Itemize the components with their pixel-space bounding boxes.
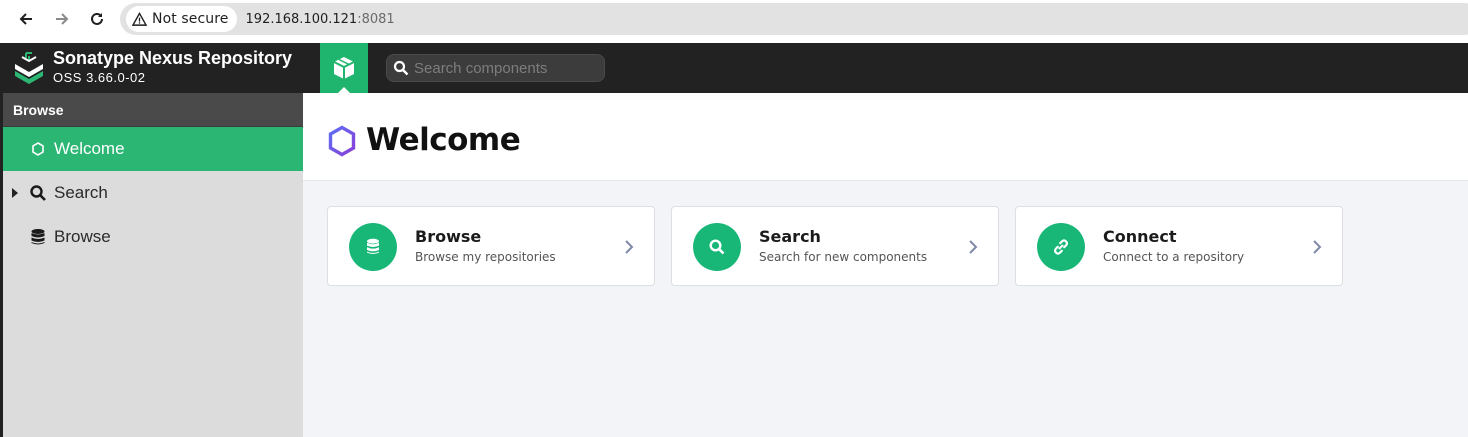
hexagon-icon bbox=[32, 142, 44, 156]
search-icon bbox=[709, 239, 725, 255]
cube-icon bbox=[333, 57, 355, 79]
search-icon bbox=[393, 60, 409, 76]
back-button[interactable] bbox=[8, 1, 44, 37]
hexagon-logo-icon bbox=[328, 125, 356, 157]
card-icon-circle bbox=[1037, 223, 1085, 271]
main-content: Welcome Browse Browse my repositories Se… bbox=[303, 93, 1468, 437]
connect-card[interactable]: Connect Connect to a repository bbox=[1015, 206, 1343, 286]
page-title: Welcome bbox=[366, 122, 521, 158]
sidebar-item-label: Search bbox=[54, 183, 108, 202]
sidebar-item-browse[interactable]: Browse bbox=[3, 215, 303, 259]
address-bar[interactable]: Not secure 192.168.100.121:8081 bbox=[120, 3, 1468, 35]
security-chip[interactable]: Not secure bbox=[126, 6, 237, 32]
app-header: Sonatype Nexus Repository OSS 3.66.0-02 bbox=[3, 43, 1468, 93]
database-icon bbox=[367, 238, 379, 254]
card-icon-circle bbox=[349, 223, 397, 271]
warning-icon bbox=[132, 11, 147, 26]
sidebar-header: Browse bbox=[3, 93, 303, 127]
nexus-logo-icon[interactable] bbox=[13, 51, 45, 85]
card-title: Browse bbox=[415, 227, 482, 246]
url-text[interactable]: 192.168.100.121:8081 bbox=[246, 12, 395, 27]
security-label: Not secure bbox=[152, 11, 229, 27]
sidebar-item-label: Browse bbox=[54, 227, 111, 246]
url-host: 192.168.100.121 bbox=[245, 11, 358, 27]
arrow-left-icon bbox=[19, 13, 32, 25]
card-subtitle: Browse my repositories bbox=[415, 250, 556, 264]
search-icon bbox=[30, 185, 46, 201]
link-icon bbox=[1053, 239, 1069, 255]
card-title: Search bbox=[759, 227, 821, 246]
card-subtitle: Search for new components bbox=[759, 250, 928, 264]
page-header: Welcome bbox=[303, 93, 1468, 181]
reload-icon bbox=[91, 12, 103, 25]
database-icon bbox=[31, 229, 45, 245]
sidebar-item-search[interactable]: Search bbox=[3, 171, 303, 215]
card-subtitle: Connect to a repository bbox=[1103, 250, 1245, 264]
expand-arrow-icon[interactable] bbox=[12, 188, 18, 198]
url-port: :8081 bbox=[357, 11, 395, 27]
card-title: Connect bbox=[1103, 227, 1177, 246]
sidebar-item-welcome[interactable]: Welcome bbox=[3, 127, 303, 171]
brand-version: OSS 3.66.0-02 bbox=[53, 70, 146, 85]
sidebar: Browse Welcome Search Browse bbox=[3, 93, 303, 437]
browse-card[interactable]: Browse Browse my repositories bbox=[327, 206, 655, 286]
sidebar-title: Browse bbox=[13, 102, 64, 118]
search-input[interactable] bbox=[414, 59, 594, 77]
card-icon-circle bbox=[693, 223, 741, 271]
browser-toolbar: Not secure 192.168.100.121:8081 bbox=[0, 0, 1468, 43]
chevron-right-icon bbox=[1313, 240, 1322, 254]
forward-button[interactable] bbox=[44, 1, 80, 37]
component-search[interactable] bbox=[386, 54, 605, 82]
arrow-right-icon bbox=[56, 13, 69, 25]
reload-button[interactable] bbox=[79, 1, 115, 37]
chevron-right-icon bbox=[625, 240, 634, 254]
browse-mode-button[interactable] bbox=[320, 43, 368, 93]
chevron-right-icon bbox=[969, 240, 978, 254]
sidebar-item-label: Welcome bbox=[54, 139, 125, 158]
brand-title: Sonatype Nexus Repository bbox=[53, 48, 293, 68]
search-card[interactable]: Search Search for new components bbox=[671, 206, 999, 286]
